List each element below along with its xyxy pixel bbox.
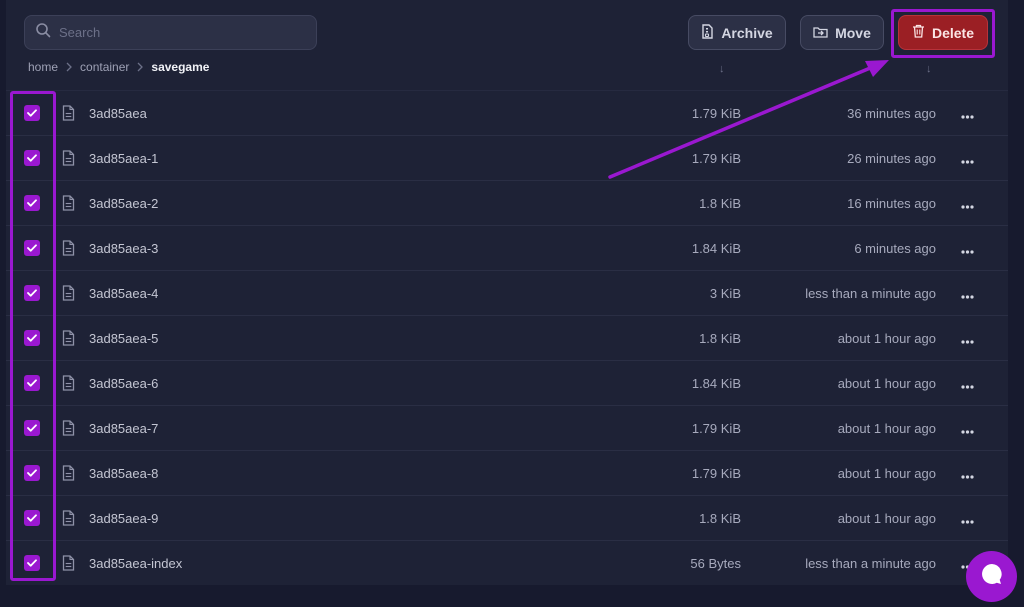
file-modified: about 1 hour ago [837,330,936,346]
more-options-icon[interactable] [961,511,974,529]
file-size: 1.84 KiB [691,240,741,256]
file-modified: about 1 hour ago [837,420,936,436]
file-name[interactable]: 3ad85aea-2 [89,196,158,211]
file-size: 1.79 KiB [691,420,741,436]
file-modified: about 1 hour ago [837,510,936,526]
file-row[interactable]: 3ad85aea-7 1.79 KiB about 1 hour ago [6,405,1008,450]
more-options-icon[interactable] [961,466,974,484]
file-row[interactable]: 3ad85aea-2 1.8 KiB 16 minutes ago [6,180,1008,225]
archive-icon [701,23,714,42]
breadcrumb: home container savegame [28,60,209,74]
file-row[interactable]: 3ad85aea-4 3 KiB less than a minute ago [6,270,1008,315]
sort-size-indicator[interactable]: ↓ [719,63,725,75]
file-icon [62,510,75,531]
search-input[interactable] [59,25,299,40]
file-icon [62,150,75,171]
file-name[interactable]: 3ad85aea-7 [89,421,158,436]
breadcrumb-container[interactable]: container [80,60,129,74]
chat-bubble-icon [979,561,1005,592]
file-size: 1.84 KiB [691,375,741,391]
file-size: 1.79 KiB [691,150,741,166]
checkbox-highlight-box [10,91,56,581]
file-row[interactable]: 3ad85aea-1 1.79 KiB 26 minutes ago [6,135,1008,180]
file-name[interactable]: 3ad85aea-index [89,556,182,571]
file-icon [62,240,75,261]
file-name[interactable]: 3ad85aea-8 [89,466,158,481]
sort-modified-indicator[interactable]: ↓ [926,63,932,75]
search-icon [35,22,51,43]
file-size: 1.8 KiB [699,510,741,526]
file-modified: 26 minutes ago [847,150,936,166]
more-options-icon[interactable] [961,241,974,259]
move-button[interactable]: Move [800,15,884,50]
more-options-icon[interactable] [961,286,974,304]
file-row[interactable]: 3ad85aea-5 1.8 KiB about 1 hour ago [6,315,1008,360]
file-name[interactable]: 3ad85aea [89,106,147,121]
file-modified: less than a minute ago [805,285,936,301]
file-row[interactable]: 3ad85aea-index 56 Bytes less than a minu… [6,540,1008,585]
file-modified: 6 minutes ago [854,240,936,256]
file-modified: about 1 hour ago [837,375,936,391]
file-size: 1.79 KiB [691,105,741,121]
file-size: 1.8 KiB [699,330,741,346]
file-icon [62,195,75,216]
file-name[interactable]: 3ad85aea-6 [89,376,158,391]
move-icon [813,25,828,41]
chevron-right-icon [137,62,144,72]
file-size: 1.8 KiB [699,195,741,211]
file-icon [62,330,75,351]
file-name[interactable]: 3ad85aea-5 [89,331,158,346]
file-name[interactable]: 3ad85aea-4 [89,286,158,301]
file-modified: less than a minute ago [805,555,936,571]
file-size: 3 KiB [709,285,741,301]
file-row[interactable]: 3ad85aea-6 1.84 KiB about 1 hour ago [6,360,1008,405]
more-options-icon[interactable] [961,151,974,169]
delete-highlight-box [891,9,995,58]
chevron-right-icon [66,62,72,72]
breadcrumb-home[interactable]: home [28,60,58,74]
file-icon [62,375,75,396]
more-options-icon[interactable] [961,106,974,124]
file-row[interactable]: 3ad85aea-9 1.8 KiB about 1 hour ago [6,495,1008,540]
file-name[interactable]: 3ad85aea-1 [89,151,158,166]
file-row[interactable]: 3ad85aea-8 1.79 KiB about 1 hour ago [6,450,1008,495]
more-options-icon[interactable] [961,331,974,349]
file-row[interactable]: 3ad85aea 1.79 KiB 36 minutes ago [6,90,1008,135]
file-name[interactable]: 3ad85aea-9 [89,511,158,526]
file-size: 56 Bytes [690,555,741,571]
file-icon [62,285,75,306]
chat-widget-button[interactable] [966,551,1017,602]
file-modified: 36 minutes ago [847,105,936,121]
file-icon [62,105,75,126]
more-options-icon[interactable] [961,376,974,394]
file-modified: 16 minutes ago [847,195,936,211]
file-name[interactable]: 3ad85aea-3 [89,241,158,256]
archive-button-label: Archive [721,24,773,41]
file-list: 3ad85aea 1.79 KiB 36 minutes ago 3ad85ae… [6,90,1008,585]
file-icon [62,465,75,486]
file-size: 1.79 KiB [691,465,741,481]
more-options-icon[interactable] [961,421,974,439]
file-row[interactable]: 3ad85aea-3 1.84 KiB 6 minutes ago [6,225,1008,270]
move-button-label: Move [835,24,871,41]
search-box[interactable] [24,15,317,50]
breadcrumb-current: savegame [151,60,210,74]
archive-button[interactable]: Archive [688,15,786,50]
more-options-icon[interactable] [961,196,974,214]
file-modified: about 1 hour ago [837,465,936,481]
file-icon [62,420,75,441]
file-icon [62,555,75,576]
